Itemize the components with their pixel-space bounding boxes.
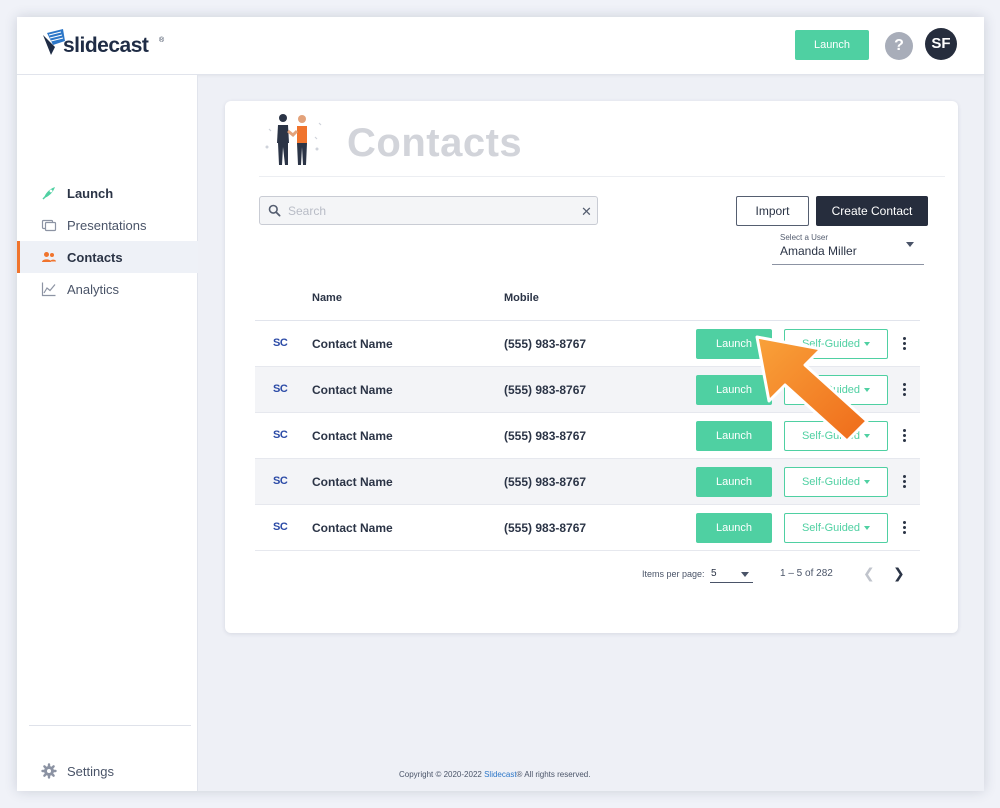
contact-mobile: (555) 983-8767 [504,337,587,351]
footer-brand-link[interactable]: Slidecast [484,770,516,779]
contact-logo: SC [273,429,288,441]
select-user-label: Select a User [780,233,829,242]
clear-search-icon[interactable]: ✕ [581,204,592,220]
caret-down-icon [864,388,871,393]
gear-icon [41,763,57,779]
caret-down-icon [864,434,871,439]
items-per-page-label: Items per page: [642,569,705,579]
sidebar-item-launch[interactable]: Launch [17,177,198,209]
slides-icon [41,219,57,232]
title-divider [259,176,945,177]
sidebar-item-label: Analytics [67,281,120,297]
more-options-icon[interactable] [898,335,910,353]
row-mode-dropdown[interactable]: Self-Guided [784,421,888,451]
sidebar-item-label: Launch [67,185,114,201]
row-launch-button[interactable]: Launch [696,329,772,359]
search-icon [268,204,281,217]
more-options-icon[interactable] [898,473,910,491]
footer-suffix: ® All rights reserved. [516,770,591,779]
row-mode-dropdown[interactable]: Self-Guided [784,329,888,359]
sidebar-item-label: Contacts [67,249,123,265]
contact-mobile: (555) 983-8767 [504,521,587,535]
help-icon[interactable]: ? [885,32,913,60]
search-box: ✕ [259,196,598,225]
table-row: SC Contact Name (555) 983-8767 Launch Se… [255,321,920,367]
items-per-page-select[interactable]: 5 [710,565,753,583]
rocket-icon [42,187,55,200]
contacts-card: Contacts ✕ Import Create Contact Select … [225,101,958,633]
sidebar-item-label: Settings [67,763,114,779]
import-button[interactable]: Import [736,196,809,226]
row-mode-dropdown[interactable]: Self-Guided [784,467,888,497]
row-launch-button[interactable]: Launch [696,375,772,405]
more-options-icon[interactable] [898,381,910,399]
footer-prefix: Copyright © 2020-2022 [399,770,482,779]
sidebar-item-settings[interactable]: Settings [17,755,198,787]
table-row: SC Contact Name (555) 983-8767 Launch Se… [255,367,920,413]
contact-logo: SC [273,383,288,395]
app-window: slidecast ® Launch ? SF Launch Presentat… [17,17,984,791]
pagination-range: 1 – 5 of 282 [780,568,833,579]
contact-name[interactable]: Contact Name [312,521,393,535]
row-mode-dropdown[interactable]: Self-Guided [784,375,888,405]
table-row: SC Contact Name (555) 983-8767 Launch Se… [255,413,920,459]
row-launch-button[interactable]: Launch [696,467,772,497]
contact-name[interactable]: Contact Name [312,475,393,489]
logo-text: slidecast [63,34,149,57]
row-mode-label: Self-Guided [801,384,861,396]
slidecast-logo[interactable]: slidecast ® [41,27,171,65]
more-options-icon[interactable] [898,427,910,445]
people-icon [42,252,56,262]
contact-logo: SC [273,337,288,349]
column-header-name[interactable]: Name [312,292,342,304]
row-mode-label: Self-Guided [801,476,861,488]
contact-mobile: (555) 983-8767 [504,383,587,397]
sidebar-item-analytics[interactable]: Analytics [17,273,198,305]
caret-down-icon [864,342,871,347]
contact-logo: SC [273,521,288,533]
chevron-down-icon [906,242,914,247]
logo-registered-mark: ® [159,37,165,44]
handshake-illustration-icon [265,114,322,165]
next-page-icon[interactable]: ❯ [893,565,905,582]
row-mode-label: Self-Guided [801,430,861,442]
table-row: SC Contact Name (555) 983-8767 Launch Se… [255,459,920,505]
contact-name[interactable]: Contact Name [312,337,393,351]
sidebar-item-presentations[interactable]: Presentations [17,209,198,241]
contact-logo: SC [273,475,288,487]
contact-mobile: (555) 983-8767 [504,475,587,489]
header-launch-button[interactable]: Launch [795,30,869,60]
contact-name[interactable]: Contact Name [312,429,393,443]
search-input[interactable] [288,202,568,220]
more-options-icon[interactable] [898,519,910,537]
page-title: Contacts [347,121,523,165]
user-avatar[interactable]: SF [925,28,957,60]
sidebar-divider [29,725,191,726]
table-row: SC Contact Name (555) 983-8767 Launch Se… [255,505,920,551]
select-user-dropdown[interactable]: Select a User Amanda Miller [772,231,924,265]
contact-mobile: (555) 983-8767 [504,429,587,443]
caret-down-icon [864,526,871,531]
chevron-down-icon [741,572,749,577]
row-launch-button[interactable]: Launch [696,513,772,543]
select-user-value: Amanda Miller [780,244,857,258]
caret-down-icon [864,480,871,485]
items-per-page-value: 5 [711,568,717,579]
row-mode-dropdown[interactable]: Self-Guided [784,513,888,543]
contact-name[interactable]: Contact Name [312,383,393,397]
sidebar-item-label: Presentations [67,217,147,233]
sidebar: Launch Presentations Contacts Analytics … [17,75,198,791]
row-launch-button[interactable]: Launch [696,421,772,451]
column-header-mobile[interactable]: Mobile [504,292,539,304]
chart-icon [41,282,56,297]
row-mode-label: Self-Guided [801,338,861,350]
top-bar: slidecast ® Launch ? SF [17,17,984,75]
previous-page-icon[interactable]: ❮ [863,565,875,582]
sidebar-item-contacts[interactable]: Contacts [17,241,198,273]
footer-copyright: Copyright © 2020-2022 Slidecast® All rig… [399,770,590,779]
row-mode-label: Self-Guided [801,522,861,534]
create-contact-button[interactable]: Create Contact [816,196,928,226]
